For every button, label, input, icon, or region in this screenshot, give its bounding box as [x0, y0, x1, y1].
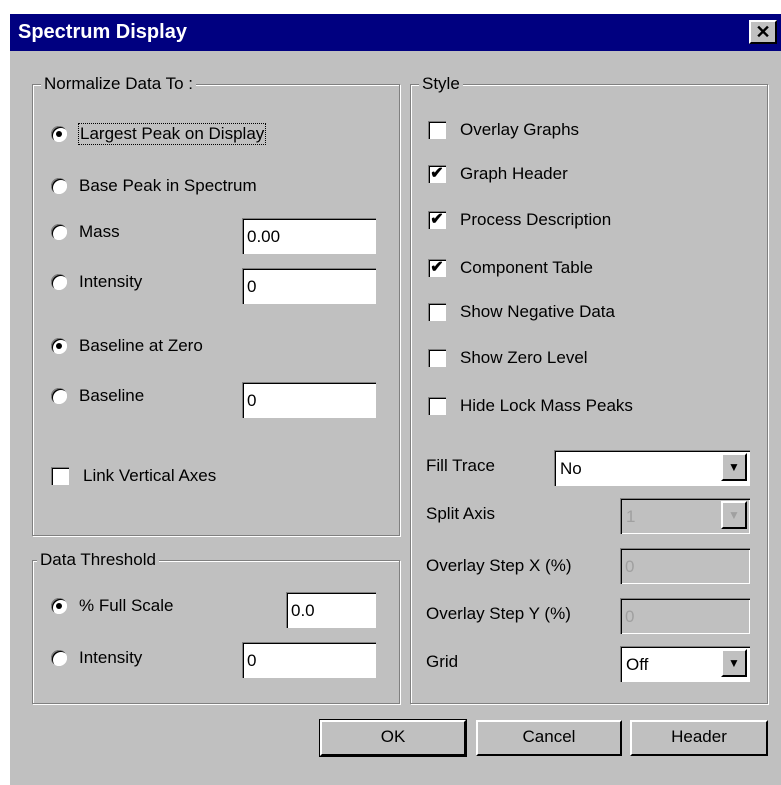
fill-trace-value: No — [560, 459, 582, 478]
checkbox-label: Show Negative Data — [460, 302, 615, 321]
baseline-input[interactable]: 0 — [242, 382, 376, 418]
radio-label: Baseline at Zero — [79, 336, 203, 355]
close-button[interactable]: ✕ — [749, 20, 777, 44]
header-button[interactable]: Header — [630, 720, 768, 756]
title-bar[interactable]: Spectrum Display ✕ — [10, 14, 781, 51]
grid-select[interactable]: Off ▼ — [620, 646, 750, 682]
checkbox-icon — [428, 121, 446, 139]
radio-icon — [51, 178, 67, 194]
ok-button[interactable]: OK — [319, 719, 467, 757]
checkbox-component-table[interactable]: ✔ Component Table — [428, 258, 593, 278]
checkbox-label: Hide Lock Mass Peaks — [460, 396, 633, 415]
radio-icon — [51, 650, 67, 666]
radio-largest-peak[interactable]: Largest Peak on Display — [51, 123, 267, 145]
radio-icon — [51, 338, 67, 354]
radio-label: Mass — [79, 222, 120, 241]
split-axis-select: 1 ▼ — [620, 498, 750, 534]
style-legend: Style — [419, 74, 463, 94]
radio-label: Intensity — [79, 272, 143, 291]
cancel-button[interactable]: Cancel — [476, 720, 622, 756]
radio-icon — [51, 224, 67, 240]
radio-mass[interactable]: Mass — [51, 222, 120, 242]
radio-baseline[interactable]: Baseline — [51, 386, 144, 406]
checkbox-show-negative[interactable]: Show Negative Data — [428, 302, 615, 322]
checkmark-icon: ✔ — [428, 259, 446, 277]
radio-label: Base Peak in Spectrum — [79, 176, 257, 195]
radio-label: Baseline — [79, 386, 145, 405]
checkbox-icon — [428, 397, 446, 415]
window-title: Spectrum Display — [18, 21, 187, 43]
checkmark-icon: ✔ — [428, 211, 446, 229]
intensity-input[interactable]: 0 — [242, 268, 376, 304]
checkbox-label: Link Vertical Axes — [83, 466, 217, 485]
checkbox-link-axes[interactable]: Link Vertical Axes — [51, 466, 216, 486]
mass-input[interactable]: 0.00 — [242, 218, 376, 254]
chevron-down-icon: ▼ — [721, 501, 747, 529]
checkbox-overlay-graphs[interactable]: Overlay Graphs — [428, 120, 579, 140]
overlay-step-y-input: 0 — [620, 598, 750, 634]
fill-trace-select[interactable]: No ▼ — [554, 450, 750, 486]
split-axis-value: 1 — [626, 507, 636, 526]
radio-label: Intensity — [79, 648, 143, 667]
split-axis-label: Split Axis — [426, 504, 495, 523]
threshold-legend: Data Threshold — [37, 550, 159, 570]
checkbox-label: Component Table — [460, 258, 593, 277]
normalize-legend: Normalize Data To : — [41, 74, 196, 94]
checkbox-hide-lock[interactable]: Hide Lock Mass Peaks — [428, 396, 633, 416]
checkbox-icon — [428, 303, 446, 321]
overlay-step-x-label: Overlay Step X (%) — [426, 556, 572, 575]
radio-label: % Full Scale — [79, 596, 174, 615]
grid-value: Off — [626, 655, 649, 674]
radio-intensity[interactable]: Intensity — [51, 272, 142, 292]
radio-baseline-zero[interactable]: Baseline at Zero — [51, 336, 203, 356]
checkbox-graph-header[interactable]: ✔ Graph Header — [428, 164, 568, 184]
overlay-step-y-label: Overlay Step Y (%) — [426, 604, 571, 623]
checkmark-icon: ✔ — [428, 165, 446, 183]
close-icon: ✕ — [755, 22, 771, 42]
radio-icon — [51, 274, 67, 290]
checkbox-label: Show Zero Level — [460, 348, 588, 367]
threshold-group: Data Threshold — [32, 550, 400, 704]
radio-base-peak[interactable]: Base Peak in Spectrum — [51, 176, 257, 196]
spectrum-display-dialog: Spectrum Display ✕ Normalize Data To : L… — [10, 14, 781, 785]
grid-label: Grid — [426, 652, 459, 671]
chevron-down-icon[interactable]: ▼ — [721, 453, 747, 481]
chevron-down-icon[interactable]: ▼ — [721, 649, 747, 677]
checkbox-label: Graph Header — [460, 164, 568, 183]
radio-threshold-intensity[interactable]: Intensity — [51, 648, 142, 668]
checkbox-label: Overlay Graphs — [460, 120, 580, 139]
fill-trace-label: Fill Trace — [426, 456, 495, 475]
checkbox-show-zero[interactable]: Show Zero Level — [428, 348, 588, 368]
checkbox-process-description[interactable]: ✔ Process Description — [428, 210, 611, 230]
radio-icon — [51, 126, 67, 142]
overlay-step-x-input: 0 — [620, 548, 750, 584]
radio-icon — [51, 598, 67, 614]
full-scale-input[interactable]: 0.0 — [286, 592, 376, 628]
radio-label: Largest Peak on Display — [77, 123, 267, 145]
checkbox-icon — [428, 349, 446, 367]
checkbox-icon — [51, 467, 69, 485]
radio-icon — [51, 388, 67, 404]
checkbox-label: Process Description — [460, 210, 612, 229]
radio-full-scale[interactable]: % Full Scale — [51, 596, 173, 616]
threshold-intensity-input[interactable]: 0 — [242, 642, 376, 678]
